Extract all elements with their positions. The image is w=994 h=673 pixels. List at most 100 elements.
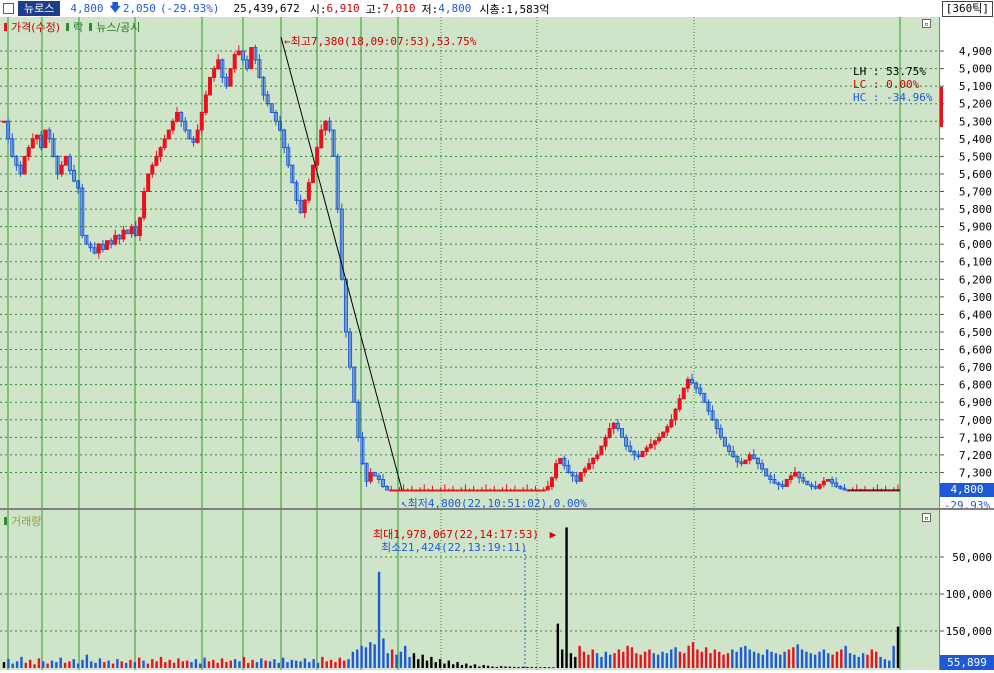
volume-bar: [630, 647, 634, 668]
legend-news[interactable]: 뉴스/공시: [96, 19, 140, 35]
candle-body: [446, 489, 451, 492]
volume-bar: [648, 649, 651, 668]
volume-bar: [451, 664, 455, 668]
candle-body: [175, 112, 180, 122]
volume-bar: [578, 645, 581, 668]
volume-bar: [752, 651, 756, 668]
volume-bar: [151, 659, 154, 668]
candle-body: [30, 138, 35, 149]
price-axis-label: 5,800: [959, 203, 992, 216]
current-volume-tag: 55,899: [940, 655, 994, 670]
legend-ex-rights[interactable]: 락: [73, 19, 83, 35]
volume-bar: [425, 660, 429, 668]
volume-bar: [678, 651, 682, 668]
volume-bar: [643, 651, 647, 668]
volume-bar: [347, 659, 350, 668]
lh-stat: LH : 53.75%: [853, 65, 926, 78]
volume-bar: [696, 649, 699, 668]
low-label: 저:: [421, 2, 439, 16]
candle-body: [104, 240, 109, 250]
price-axis-label: 6,200: [959, 273, 992, 286]
volume-bar: [430, 656, 433, 668]
volume-axis-label: 100,000: [946, 588, 992, 601]
legend-marker-volume: [4, 517, 7, 525]
volume-bar: [103, 662, 106, 668]
candle-body: [310, 164, 315, 184]
volume-bar: [281, 657, 285, 668]
volume-bar: [879, 656, 882, 668]
candle-body: [113, 234, 118, 245]
candle-body: [59, 164, 64, 175]
volume-bar: [98, 658, 102, 668]
volume-bar: [421, 654, 424, 668]
volume-bar: [225, 662, 228, 668]
candle-body: [195, 129, 200, 143]
candle-body: [319, 129, 324, 149]
high-value: 7,010: [382, 2, 416, 15]
candle-body: [418, 489, 423, 492]
candle-body: [368, 471, 373, 482]
volume-bar: [216, 662, 219, 668]
volume-bar: [247, 662, 250, 668]
select-checkbox[interactable]: [3, 3, 14, 14]
price-axis-label: 5,000: [959, 63, 992, 76]
volume-bar: [2, 662, 6, 668]
down-arrow-icon: 🡇: [109, 1, 121, 14]
volume-bar: [7, 659, 10, 668]
stock-name-button[interactable]: 뉴로스: [18, 1, 61, 16]
price-chart[interactable]: [0, 17, 939, 508]
volume-bar: [33, 664, 36, 668]
volume-bar: [687, 645, 690, 668]
volume-bar: [90, 661, 93, 668]
volume-bar: [569, 653, 573, 668]
total-volume: 25,439,672: [233, 2, 300, 15]
candle-body: [541, 489, 546, 492]
price-axis: 7,300 7,200 7,100 7,000 6,900 6,800 6,700 6,600…: [939, 17, 994, 508]
volume-bar: [434, 662, 437, 668]
candle-body: [232, 54, 237, 70]
price-axis-label: 6,500: [959, 326, 992, 339]
candle-body: [512, 489, 517, 492]
candle-body: [599, 445, 604, 456]
price-axis-label: 5,600: [959, 168, 992, 181]
pane-settings-icon[interactable]: ▫: [922, 19, 931, 28]
volume-bar: [172, 662, 176, 668]
volume-bar: [229, 660, 232, 668]
pane-settings-icon[interactable]: ▫: [922, 513, 931, 522]
volume-bar: [11, 663, 14, 668]
volume-bar: [308, 662, 311, 668]
candle-body: [442, 489, 447, 492]
volume-bar: [665, 653, 669, 668]
candle-body: [665, 426, 670, 433]
volume-bar: [63, 662, 67, 668]
volume-bar: [85, 654, 89, 668]
price-pane[interactable]: 7,300 7,200 7,100 7,000 6,900 6,800 6,700 6,600…: [0, 17, 994, 510]
low-value: 4,800: [438, 2, 472, 15]
volume-bar: [120, 661, 123, 668]
volume-bar: [312, 659, 315, 668]
period-selector[interactable]: [360틱]: [941, 1, 993, 17]
volume-bar: [290, 659, 294, 668]
volume-pane[interactable]: 150,000 100,000 50,000 거래량 ▫ 최대1,978,067(2…: [0, 510, 994, 670]
candle-body: [657, 436, 662, 442]
volume-bar: [194, 659, 198, 668]
volume-bar: [20, 656, 23, 668]
candle-body: [22, 155, 27, 175]
volume-bar: [268, 661, 272, 668]
volume-bar: [133, 662, 137, 668]
volume-bar: [316, 662, 320, 668]
legend-marker-ex: [66, 23, 70, 31]
legend-volume[interactable]: 거래량: [11, 513, 41, 529]
volume-bar: [731, 649, 734, 668]
price-axis-label: 5,900: [959, 221, 992, 234]
candle-body: [2, 120, 6, 123]
legend-price[interactable]: 가격(수정): [11, 19, 60, 35]
candle-body: [405, 489, 410, 492]
price-change-pct: (-29.93%): [159, 2, 220, 15]
volume-bar: [364, 647, 368, 668]
volume-axis-label: 50,000: [952, 551, 992, 564]
volume-bar: [238, 661, 241, 668]
candle-body: [537, 489, 542, 492]
candle-body: [521, 489, 526, 492]
volume-bar: [107, 660, 110, 668]
